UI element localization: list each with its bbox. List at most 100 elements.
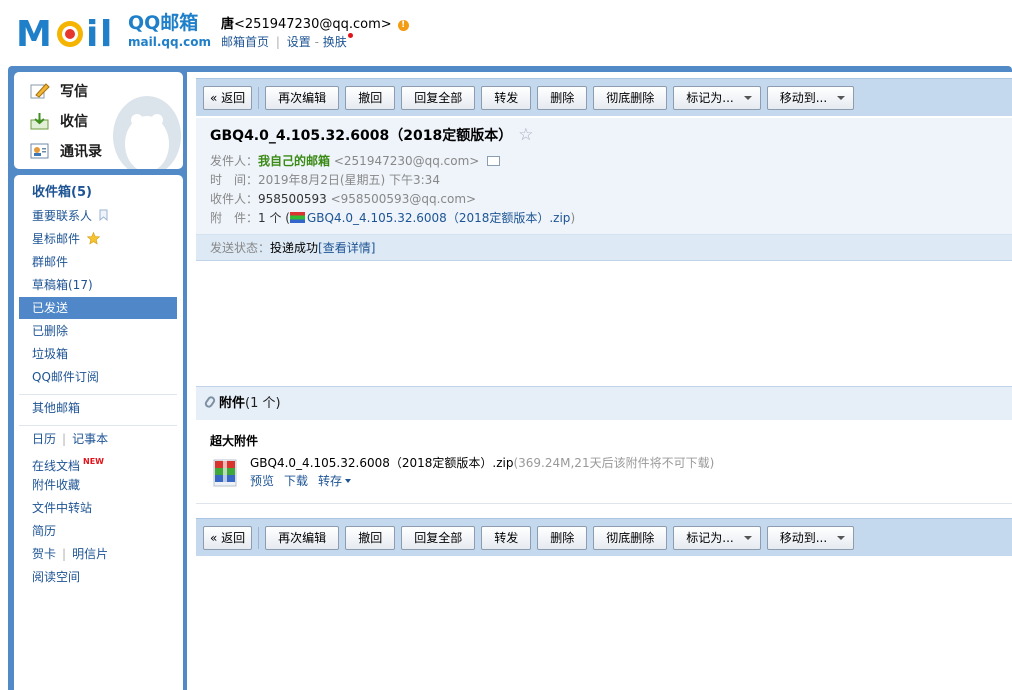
inbox-button[interactable]: 收信 — [30, 108, 88, 134]
mail-logo-icon[interactable]: M i l — [16, 12, 124, 52]
delete-button[interactable]: 删除 — [537, 525, 588, 550]
greeting-card-link[interactable]: 贺卡 — [32, 547, 56, 561]
recipient-name[interactable]: 958500593 — [258, 192, 327, 206]
skin-link[interactable]: 换肤 — [323, 35, 347, 49]
file-transfer-link[interactable]: 文件中转站 — [19, 497, 177, 519]
status-detail-link[interactable]: [查看详情] — [318, 241, 375, 255]
forward-button[interactable]: 转发 — [481, 525, 532, 550]
reply-all-button[interactable]: 回复全部 — [401, 525, 476, 550]
attachment-row: 附 件：1 个 ( GBQ4.0_4.105.32.6008（2018定额版本）.… — [210, 209, 575, 226]
pencil-icon — [30, 82, 50, 100]
folder-inbox[interactable]: 收件箱(5) — [19, 182, 177, 204]
save-to-label: 转存 — [318, 474, 343, 488]
svg-text:l: l — [100, 14, 112, 52]
divider: | — [275, 35, 280, 49]
subject-text: GBQ4.0_4.105.32.6008（2018定额版本） — [210, 128, 513, 144]
status-label: 发送状态： — [210, 241, 271, 255]
notes-link[interactable]: 记事本 — [72, 432, 108, 446]
attachment-favorites-link[interactable]: 附件收藏 — [19, 474, 177, 496]
delete-button[interactable]: 删除 — [537, 85, 588, 110]
to-label: 收件人： — [210, 192, 259, 206]
penguin-watermark-icon — [113, 96, 181, 169]
logo-url: mail.qq.com — [128, 35, 211, 49]
reply-all-button[interactable]: 回复全部 — [401, 85, 476, 110]
super-attachment-label: 超大附件 — [210, 434, 259, 448]
star-icon[interactable]: ☆ — [518, 125, 533, 145]
postcard-link[interactable]: 明信片 — [72, 547, 108, 561]
mail-home-link[interactable]: 邮箱首页 — [221, 35, 269, 49]
quick-actions: 写信 收信 通讯录 — [14, 72, 183, 169]
chevron-down-icon — [345, 479, 352, 483]
reedit-button[interactable]: 再次编辑 — [265, 525, 340, 550]
logo-text[interactable]: QQ邮箱 mail.qq.com — [128, 12, 211, 50]
folder-starred[interactable]: 星标邮件 — [19, 228, 177, 250]
from-label: 发件人： — [210, 154, 259, 168]
notification-icon[interactable]: ! — [397, 20, 409, 31]
new-badge: NEW — [83, 457, 104, 466]
compose-label: 写信 — [60, 84, 88, 100]
toolbar-divider — [258, 86, 260, 109]
folder-spam[interactable]: 垃圾箱 — [19, 343, 177, 365]
folder-important-label: 重要联系人 — [32, 209, 93, 223]
status-value: 投递成功 — [270, 241, 319, 255]
link-dash: - — [314, 35, 319, 49]
contacts-button[interactable]: 通讯录 — [30, 138, 102, 164]
resume-link[interactable]: 简历 — [19, 520, 177, 542]
folder-sent[interactable]: 已发送 — [19, 297, 177, 319]
svg-text:M: M — [16, 14, 52, 52]
attachment-link[interactable]: GBQ4.0_4.105.32.6008（2018定额版本）.zip — [307, 211, 570, 225]
folder-drafts[interactable]: 草稿箱(17) — [19, 274, 177, 296]
divider — [19, 425, 177, 426]
folder-subscription[interactable]: QQ邮件订阅 — [19, 366, 177, 388]
divider: | — [62, 432, 67, 446]
move-to-dropdown[interactable]: 移动到... — [766, 85, 855, 110]
top-links: 邮箱首页 | 设置 - 换肤 — [221, 33, 353, 50]
forward-button[interactable]: 转发 — [481, 85, 532, 110]
new-dot-icon — [347, 33, 353, 38]
recall-button[interactable]: 撤回 — [345, 525, 396, 550]
preview-link[interactable]: 预览 — [250, 474, 274, 488]
recall-button[interactable]: 撤回 — [345, 85, 396, 110]
recipient-row: 收件人：958500593 <958500593@qq.com> — [210, 190, 476, 207]
folder-group[interactable]: 群邮件 — [19, 251, 177, 273]
attachment-file-name[interactable]: GBQ4.0_4.105.32.6008（2018定额版本）.zip — [250, 456, 513, 470]
other-mailboxes[interactable]: 其他邮箱 — [19, 397, 177, 419]
docs-link[interactable]: 在线文档 NEW — [19, 451, 177, 473]
back-button[interactable]: « 返回 — [203, 85, 253, 110]
download-link[interactable]: 下载 — [284, 474, 308, 488]
folder-important[interactable]: 重要联系人 — [19, 205, 177, 227]
reading-space-link[interactable]: 阅读空间 — [19, 566, 177, 588]
reedit-button[interactable]: 再次编辑 — [265, 85, 340, 110]
attachment-file: GBQ4.0_4.105.32.6008（2018定额版本）.zip(369.2… — [250, 454, 714, 471]
back-button[interactable]: « 返回 — [203, 525, 253, 550]
settings-link[interactable]: 设置 — [287, 35, 311, 49]
user-info: 唐<251947230@qq.com>! — [221, 13, 409, 32]
sidebar-nav: 收件箱(5) 重要联系人 星标邮件 群邮件 草稿箱(17) 已发送 已删除 垃圾… — [14, 175, 183, 690]
move-to-dropdown[interactable]: 移动到... — [766, 525, 855, 550]
header: M i l QQ邮箱 mail.qq.com 唐<251947230@qq.co… — [0, 0, 1012, 66]
contact-card-icon[interactable] — [487, 156, 501, 166]
sender-name[interactable]: 我自己的邮箱 — [258, 154, 330, 168]
attachment-actions: 预览 下载 转存 — [250, 472, 361, 489]
delete-permanent-button[interactable]: 彻底删除 — [593, 85, 668, 110]
att-count: 1 个 ( — [258, 211, 290, 225]
compose-button[interactable]: 写信 — [30, 78, 88, 104]
move-to-label: 移动到... — [779, 91, 828, 105]
sender-address: <251947230@qq.com> — [333, 154, 480, 168]
calendar-link[interactable]: 日历 — [32, 432, 56, 446]
toolbar-top: « 返回 再次编辑 撤回 回复全部 转发 删除 彻底删除 标记为... 移动到.… — [196, 78, 1012, 116]
mail-subject: GBQ4.0_4.105.32.6008（2018定额版本） ☆ — [210, 125, 533, 145]
mark-as-dropdown[interactable]: 标记为... — [673, 85, 761, 110]
chevron-down-icon — [743, 95, 752, 100]
delete-permanent-button[interactable]: 彻底删除 — [593, 525, 668, 550]
toolbar-bottom: « 返回 再次编辑 撤回 回复全部 转发 删除 彻底删除 标记为... 移动到.… — [196, 518, 1012, 556]
logo-title: QQ邮箱 — [128, 12, 199, 34]
save-to-dropdown[interactable]: 转存 — [318, 474, 352, 488]
user-email: <251947230@qq.com> — [234, 17, 392, 32]
delivery-status: 发送状态：投递成功[查看详情] — [196, 234, 1012, 261]
att-label: 附 件： — [210, 211, 259, 225]
inbox-label: 收信 — [60, 114, 88, 130]
mark-as-dropdown[interactable]: 标记为... — [673, 525, 761, 550]
recipient-address: <958500593@qq.com> — [330, 192, 477, 206]
folder-deleted[interactable]: 已删除 — [19, 320, 177, 342]
